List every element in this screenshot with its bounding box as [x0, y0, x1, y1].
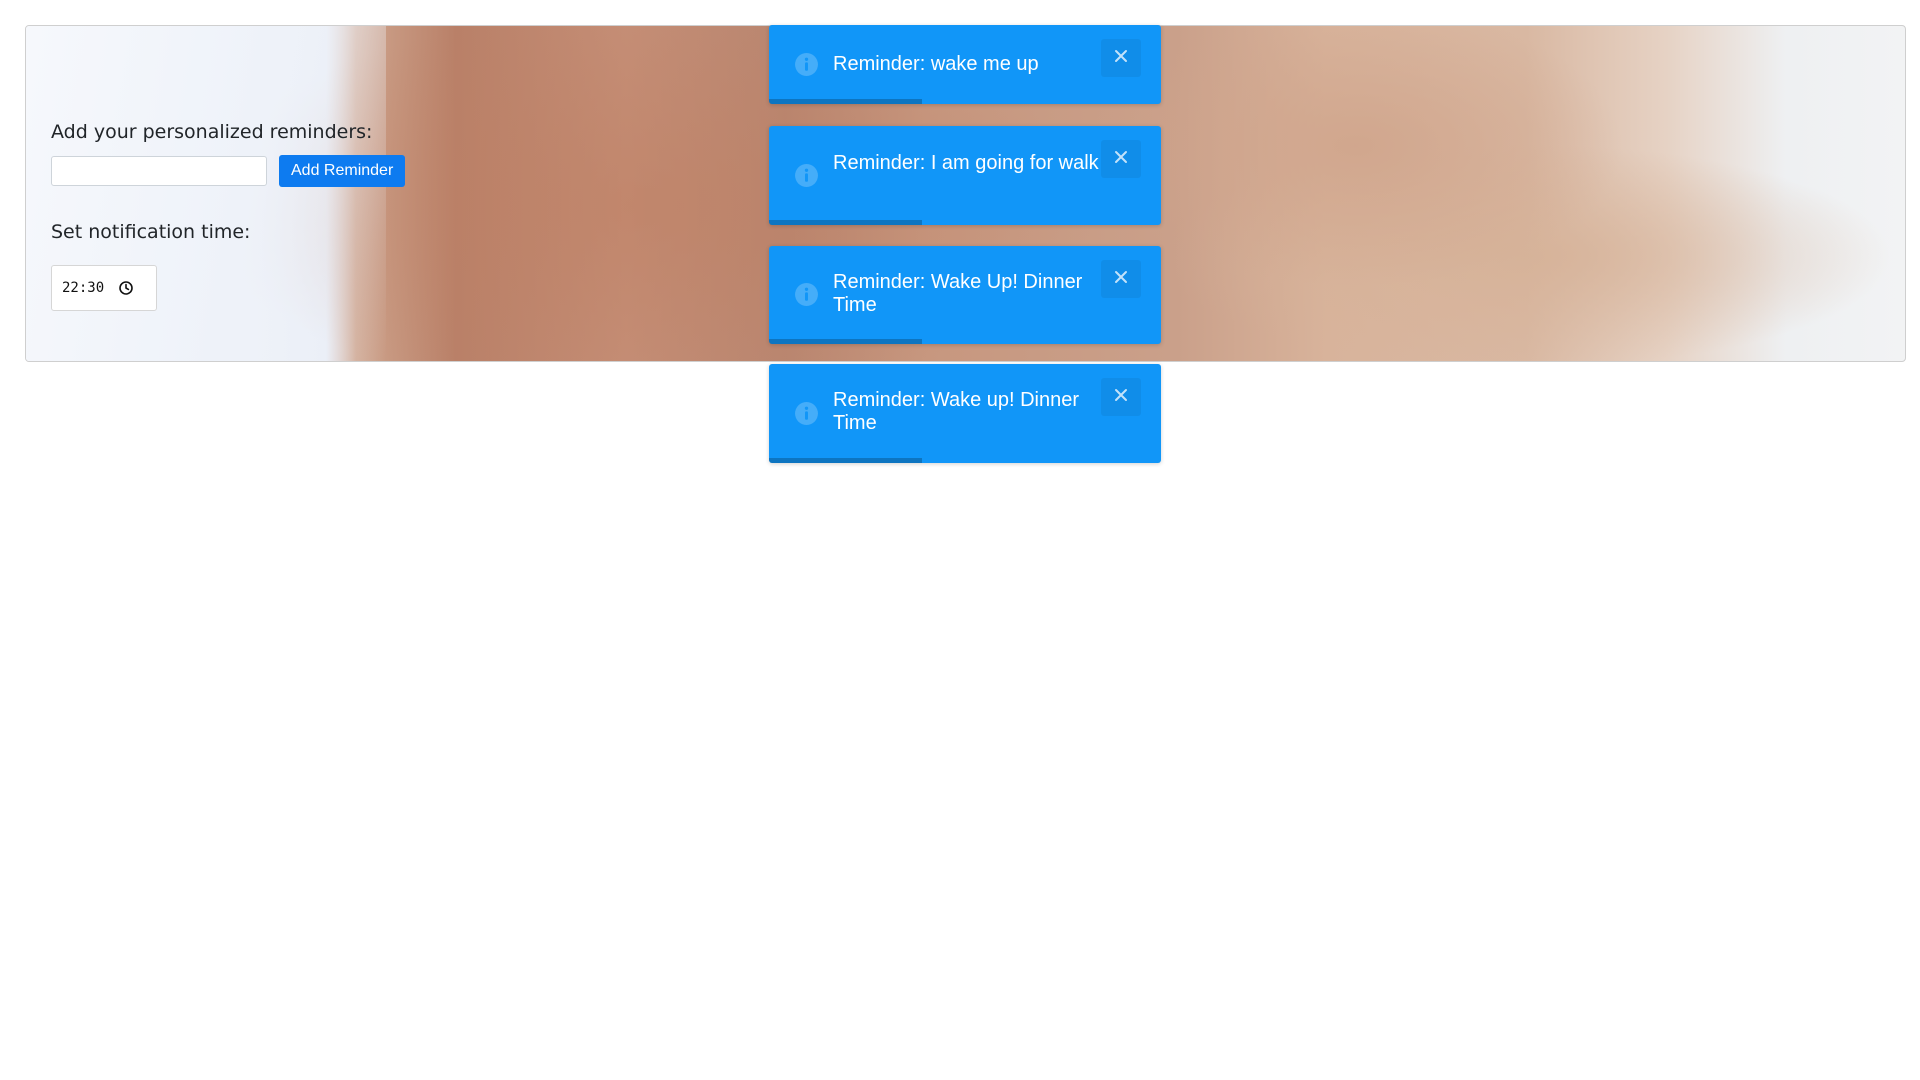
info-icon: [795, 283, 818, 306]
add-reminder-button[interactable]: Add Reminder: [279, 155, 406, 187]
toast-notification: Reminder: Wake up! Dinner Time: [769, 364, 1161, 463]
info-icon: [795, 53, 818, 76]
info-icon: [795, 164, 818, 187]
toast-notification: Reminder: wake me up: [769, 25, 1161, 104]
clock-icon[interactable]: [118, 280, 134, 296]
toast-close-button[interactable]: [1101, 260, 1141, 298]
time-input[interactable]: 22:30: [51, 265, 157, 311]
toast-message: Reminder: Wake up! Dinner Time: [833, 389, 1080, 434]
time-value: 22:30: [62, 280, 105, 296]
reminders-label: Add your personalized reminders:: [51, 121, 373, 143]
toast-progress-bar: [769, 99, 922, 104]
close-icon[interactable]: [1114, 150, 1128, 164]
toast-notification: Reminder: I am going for walk: [769, 126, 1161, 225]
notification-time-label: Set notification time:: [51, 221, 251, 243]
toast-container: Reminder: wake me up Reminder: I am goin…: [769, 25, 1161, 463]
toast-progress-bar: [769, 339, 922, 344]
reminder-form: Add your personalized reminders: Add Rem…: [51, 121, 406, 311]
info-icon: [795, 402, 818, 425]
toast-message: Reminder: Wake Up! Dinner Time: [833, 271, 1083, 316]
toast-close-button[interactable]: [1101, 39, 1141, 77]
close-icon[interactable]: [1114, 49, 1128, 63]
reminder-input[interactable]: [51, 156, 267, 186]
toast-message: Reminder: I am going for walk: [833, 152, 1099, 174]
toast-notification: Reminder: Wake Up! Dinner Time: [769, 246, 1161, 344]
close-icon[interactable]: [1114, 270, 1128, 284]
close-icon[interactable]: [1114, 388, 1128, 402]
toast-close-button[interactable]: [1101, 140, 1141, 178]
toast-progress-bar: [769, 458, 922, 463]
toast-progress-bar: [769, 220, 922, 225]
reminder-input-row: Add Reminder: [51, 155, 406, 187]
toast-close-button[interactable]: [1101, 378, 1141, 416]
toast-message: Reminder: wake me up: [833, 53, 1039, 75]
